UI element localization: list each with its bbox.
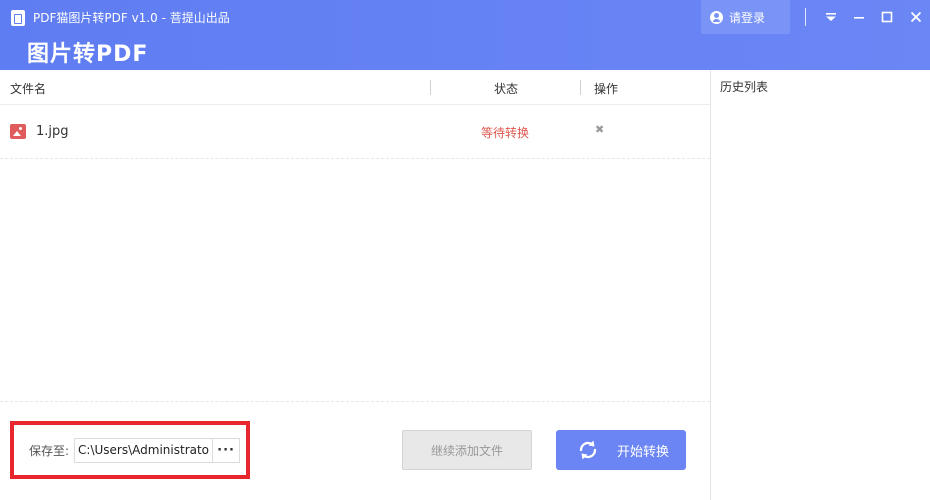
save-location-group: 保存至: ··· (10, 421, 250, 479)
save-to-label: 保存至: (29, 443, 70, 458)
browse-folder-button[interactable]: ··· (212, 437, 241, 463)
menu-icon[interactable] (821, 7, 841, 27)
save-path-input[interactable] (74, 437, 213, 463)
table-row[interactable]: 1.jpg 等待转换 ✖ (0, 105, 710, 159)
column-header-status: 状态 (494, 82, 519, 96)
history-title: 历史列表 (720, 80, 769, 94)
file-table-header: 文件名 状态 操作 (0, 70, 710, 105)
start-convert-button[interactable]: 开始转换 (556, 430, 686, 470)
title-bar: PDF猫图片转PDF v1.0 - 菩提山出品 图片转PDF 请登录 (0, 0, 930, 70)
maximize-glyph (881, 11, 893, 23)
column-header-filename: 文件名 (10, 82, 47, 96)
history-panel: 历史列表 (710, 70, 930, 500)
titlebar-divider (805, 8, 806, 26)
add-more-files-button[interactable]: 继续添加文件 (402, 430, 532, 470)
refresh-icon (579, 440, 597, 460)
app-logo-icon (11, 10, 25, 26)
menu-glyph (826, 13, 836, 21)
app-heading: 图片转PDF (27, 42, 149, 67)
bottom-divider (0, 401, 710, 402)
maximize-icon[interactable] (877, 7, 897, 27)
close-glyph (910, 11, 922, 23)
login-label: 请登录 (729, 10, 766, 25)
minimize-glyph (854, 17, 864, 19)
file-status: 等待转换 (481, 126, 530, 140)
start-convert-label: 开始转换 (617, 444, 670, 460)
window-title: PDF猫图片转PDF v1.0 - 菩提山出品 (33, 11, 230, 25)
close-icon[interactable] (906, 7, 926, 27)
remove-file-icon[interactable]: ✖ (595, 123, 604, 136)
minimize-icon[interactable] (849, 7, 869, 27)
column-header-action: 操作 (594, 82, 619, 96)
column-divider (580, 80, 581, 95)
file-name: 1.jpg (36, 124, 69, 139)
login-button[interactable]: 请登录 (701, 0, 790, 34)
user-icon (710, 10, 723, 24)
image-file-icon (10, 124, 26, 139)
column-divider (430, 80, 431, 95)
